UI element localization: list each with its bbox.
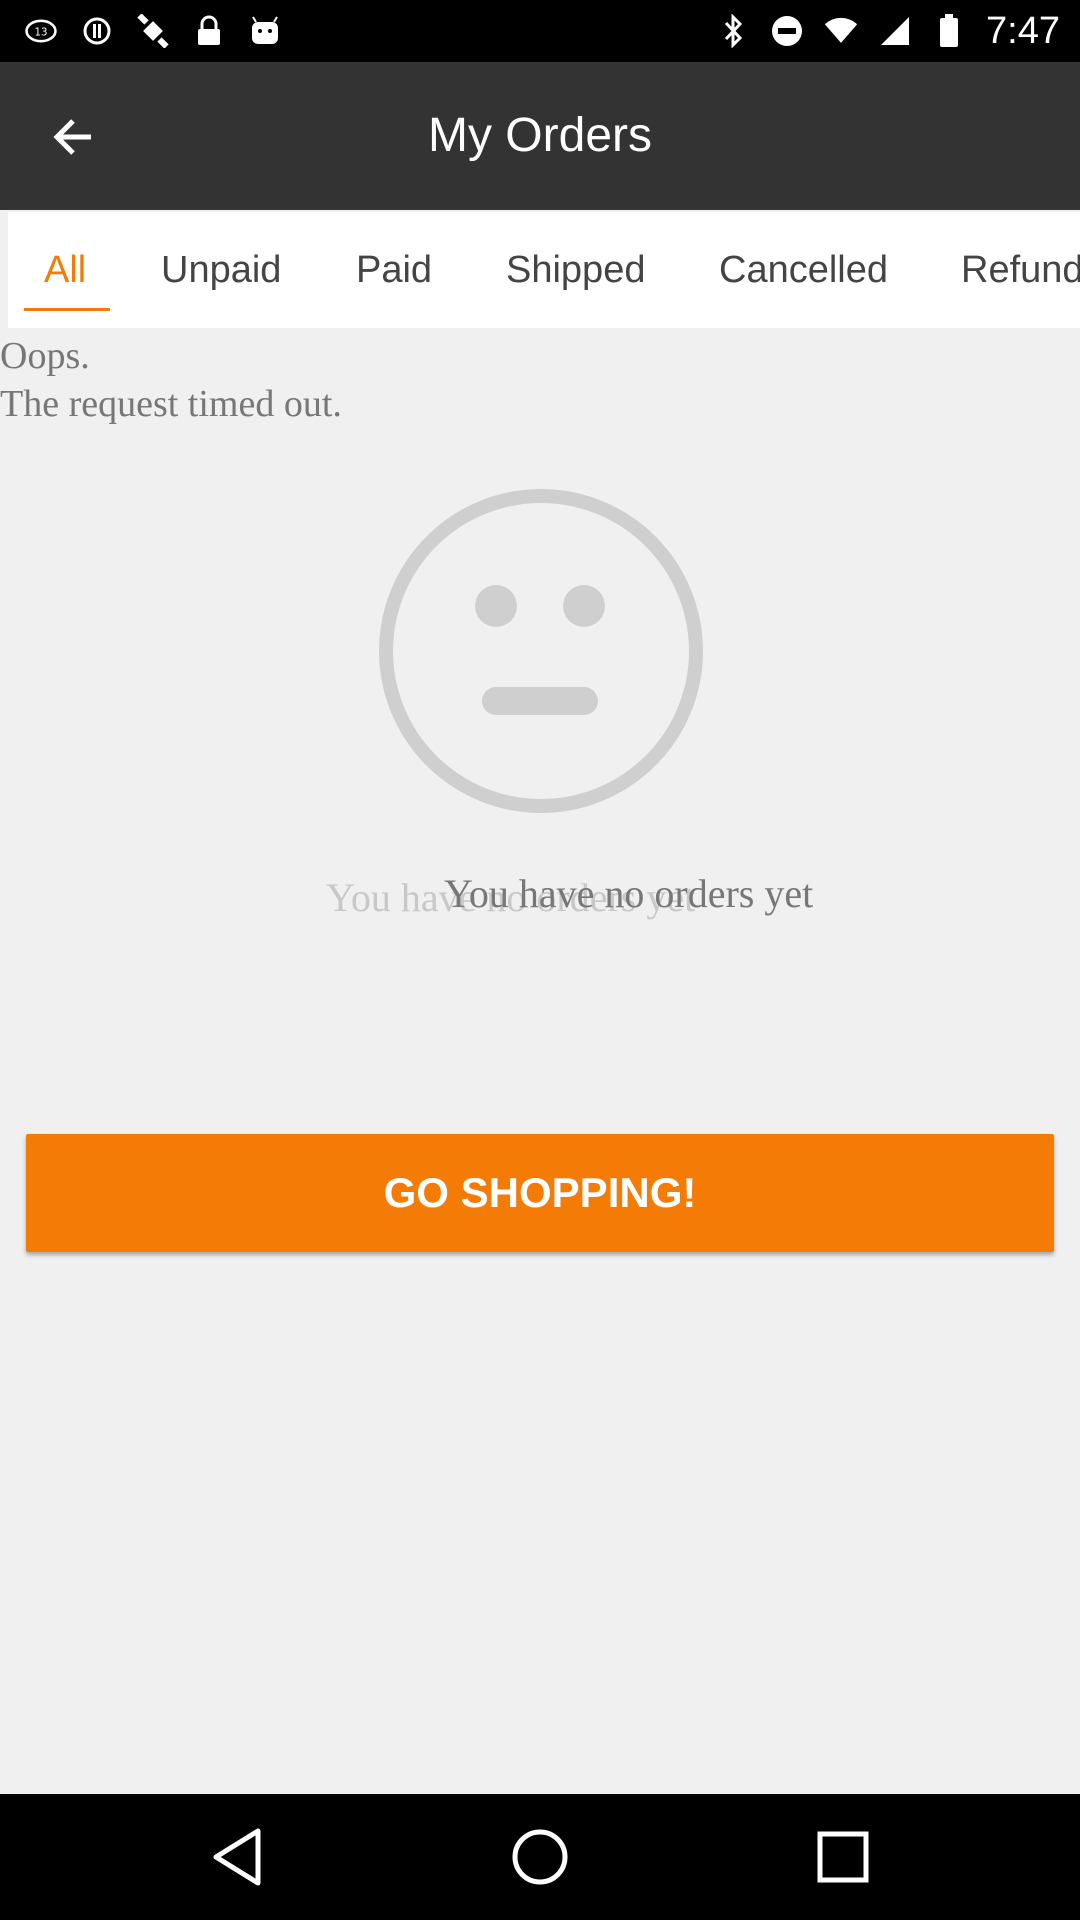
error-message-detail: The request timed out. [0, 383, 342, 425]
order-status-tabs: All Unpaid Paid Shipped Cancelled Refund [8, 212, 1080, 328]
back-triangle-icon [213, 1828, 261, 1886]
wifi-icon [824, 14, 858, 48]
status-left-icons: 13 [24, 10, 282, 52]
tab-shipped[interactable]: Shipped [506, 212, 645, 328]
tab-cancelled[interactable]: Cancelled [719, 212, 888, 328]
status-time: 7:47 [986, 9, 1060, 52]
system-nav-bar [0, 1794, 1080, 1920]
app-bar: My Orders [0, 62, 1080, 210]
error-message-title: Oops. [0, 335, 90, 377]
status-bar: 13 7:47 [0, 0, 1080, 62]
battery-icon [932, 14, 966, 48]
page-title: My Orders [427, 109, 652, 162]
tab-refund[interactable]: Refund [961, 212, 1080, 328]
nav-recents-button[interactable] [810, 1824, 876, 1890]
tab-unpaid[interactable]: Unpaid [161, 212, 281, 328]
android-icon [248, 14, 282, 48]
recents-square-icon [817, 1831, 869, 1883]
fake-gps-icon [80, 14, 114, 48]
nav-back-button[interactable] [204, 1824, 270, 1890]
empty-orders-message: You have no orders yet [444, 871, 814, 916]
abc13-icon: 13 [24, 14, 58, 48]
active-tab-indicator [24, 308, 110, 311]
bluetooth-icon [716, 14, 750, 48]
lock-icon [192, 14, 226, 48]
svg-text:13: 13 [35, 27, 48, 38]
home-circle-icon [512, 1829, 568, 1885]
nav-home-button[interactable] [507, 1824, 573, 1890]
go-shopping-button[interactable]: GO SHOPPING! [26, 1134, 1054, 1252]
satellite-icon [136, 14, 170, 48]
tab-paid[interactable]: Paid [356, 212, 432, 328]
do-not-disturb-icon [770, 14, 804, 48]
status-right-icons: 7:47 [716, 8, 1060, 54]
signal-icon [878, 14, 912, 48]
neutral-face-icon [379, 489, 703, 813]
